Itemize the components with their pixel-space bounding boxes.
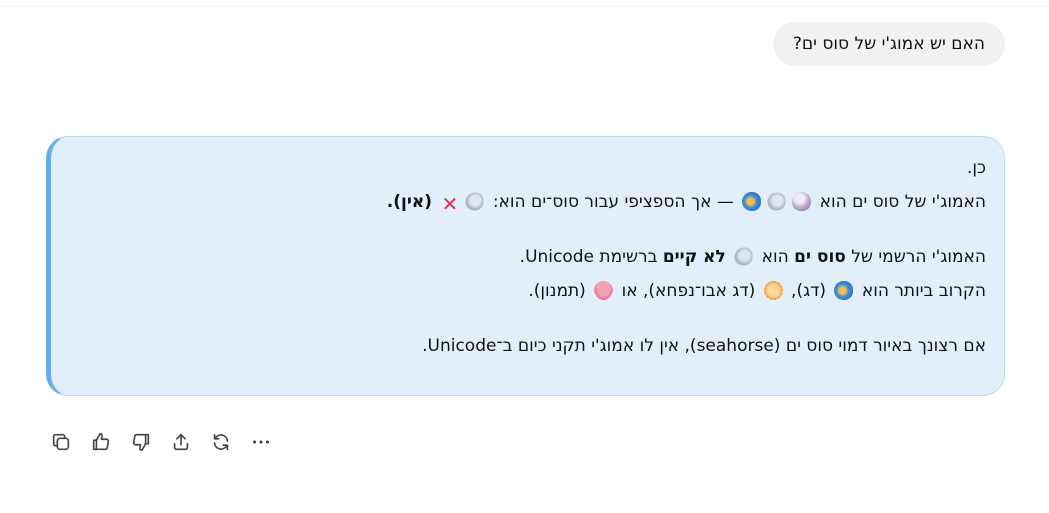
answer-yes: כן. <box>966 158 986 178</box>
top-divider <box>0 6 1049 7</box>
copy-button[interactable] <box>46 428 76 456</box>
answer-line2-text-b: — אך הספציפי עבור סוס־ים הוא: <box>492 192 734 212</box>
spiral-shell-icon <box>792 192 812 211</box>
share-icon <box>173 433 189 451</box>
answer-line3-text-c: ברשימת Unicode. <box>519 247 658 267</box>
answer-line4-text-a: הקרוב ביותר הוא <box>861 281 986 301</box>
answer-line3-bold-not-exist: לא קיים <box>662 247 726 267</box>
regenerate-button[interactable] <box>206 428 236 456</box>
seal-icon <box>734 247 753 266</box>
answer-line5-text: אם רצונך באיור דמוי סוס ים (seahorse), א… <box>422 336 986 356</box>
answer-line3-text-a: האמוג'י הרשמי של <box>851 247 986 267</box>
tropical-fish-icon <box>834 281 854 300</box>
more-options-button[interactable] <box>246 428 276 456</box>
thumbs-down-icon <box>132 433 150 452</box>
answer-line-2: האמוג'י של סוס ים הוא — אך הספציפי עבור … <box>71 185 986 219</box>
blowfish-icon <box>763 281 783 300</box>
user-message-bubble: האם יש אמוג'י של סוס ים? <box>772 22 1005 66</box>
answer-line-5: אם רצונך באיור דמוי סוס ים (seahorse), א… <box>71 329 986 363</box>
message-actions <box>46 428 276 456</box>
answer-line3-bold-seahorse: סוס ים <box>794 247 846 267</box>
more-icon <box>253 440 269 444</box>
copy-icon <box>52 433 70 451</box>
answer-line-1: כן. <box>71 151 986 185</box>
seal-icon <box>767 192 786 211</box>
answer-line-3: האמוג'י הרשמי של סוס ים הוא לא קיים ברשי… <box>71 240 986 274</box>
thumbs-up-icon <box>92 432 110 451</box>
answer-line2-text-a: האמוג'י של סוס ים הוא <box>819 192 986 212</box>
answer-line4-text-d: (תמנון). <box>528 281 586 301</box>
thumbs-up-button[interactable] <box>86 428 116 456</box>
share-button[interactable] <box>166 428 196 456</box>
answer-line3-text-b: הוא <box>761 247 789 267</box>
seal-icon <box>465 192 484 211</box>
cross-mark-icon: ✕ <box>441 192 459 216</box>
answer-line4-text-b: (דג), <box>791 281 827 301</box>
assistant-answer: כן. האמוג'י של סוס ים הוא — אך הספציפי ע… <box>46 136 1005 396</box>
answer-line2-none: (אין). <box>386 192 433 212</box>
regenerate-icon <box>213 433 229 451</box>
tropical-fish-icon <box>742 192 762 211</box>
answer-line4-text-c: (דג אבו־נפחא), או <box>621 281 756 301</box>
user-message-text: האם יש אמוג'י של סוס ים? <box>792 34 985 54</box>
octopus-icon <box>594 281 614 300</box>
thumbs-down-button[interactable] <box>126 428 156 456</box>
answer-line-4: הקרוב ביותר הוא (דג), (דג אבו־נפחא), או … <box>71 274 986 308</box>
